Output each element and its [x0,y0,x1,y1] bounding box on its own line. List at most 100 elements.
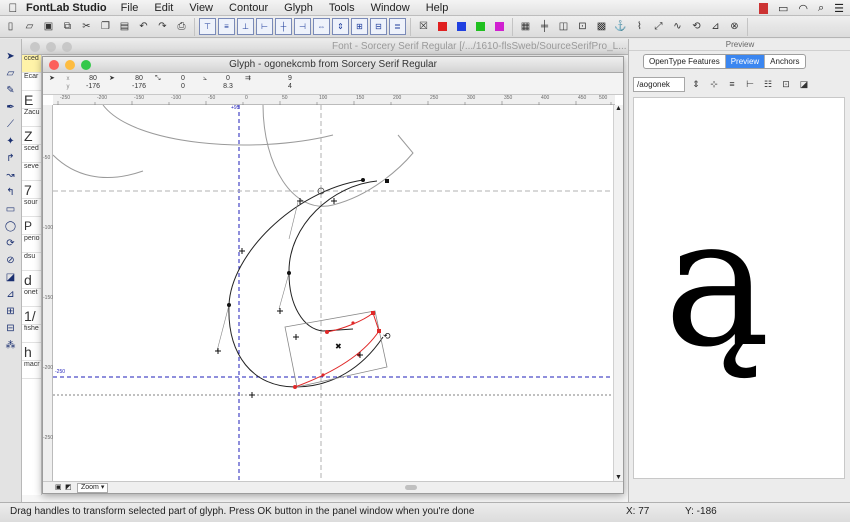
rectangle-tool-icon[interactable]: ▭ [3,202,19,217]
list-icon[interactable]: ☰ [834,2,844,15]
save-all-icon[interactable]: ⧉ [59,18,76,35]
hand-tool-icon[interactable]: ⊟ [3,321,19,336]
transform-icon[interactable]: ⊿ [707,18,724,35]
curve-tool-icon[interactable]: ↝ [3,168,19,183]
glyph-cell[interactable]: seve [22,163,41,181]
mark-none-icon[interactable]: ☒ [415,18,432,35]
tab-preview[interactable]: Preview [725,55,766,68]
glyph-cell[interactable]: sour [22,199,41,217]
scroll-down-icon[interactable]: ▼ [615,474,622,481]
smooth-icon[interactable]: ∿ [669,18,686,35]
paste-icon[interactable]: ▤ [116,18,133,35]
blend-icon[interactable]: ⊗ [726,18,743,35]
align-middle-icon[interactable]: ≡ [218,18,235,35]
glyph-cell[interactable]: macr [22,361,41,379]
glyph-cell[interactable]: onet [22,289,41,307]
open-file-icon[interactable]: ▱ [21,18,38,35]
slant-tool-icon[interactable]: ◪ [3,270,19,285]
scroll-up-icon[interactable]: ▲ [615,105,622,112]
preview-text-field[interactable]: /aogonek [633,76,685,92]
glyph-cell[interactable]: Zacu [22,109,41,127]
align-right-icon[interactable]: ⊣ [294,18,311,35]
curve-icon[interactable]: ⌇ [631,18,648,35]
layer-icon[interactable]: ◩ [65,483,72,491]
grid-icon[interactable]: ▦ [517,18,534,35]
glyph-cell[interactable]: P [22,217,41,235]
record-icon[interactable] [758,2,768,14]
airplay-icon[interactable]: ▭ [778,2,788,15]
distribute-h-icon[interactable]: ⇔ [313,18,330,35]
align-top-icon[interactable]: ⊤ [199,18,216,35]
menu-file[interactable]: File [121,2,139,14]
glyph-cell[interactable]: dsu [22,253,41,271]
minimize-icon[interactable] [46,42,56,52]
menu-glyph[interactable]: Glyph [284,2,313,14]
invert-icon[interactable]: ◪ [797,79,811,90]
zoom-tool-icon[interactable]: ⁂ [3,338,19,353]
hint-icon[interactable]: ≣ [389,18,406,35]
waterfall-icon[interactable]: ⊡ [779,79,793,90]
print-icon[interactable]: ⎙ [173,18,190,35]
menu-window[interactable]: Window [371,2,410,14]
menu-tools[interactable]: Tools [329,2,355,14]
zoom-icon[interactable] [62,42,72,52]
add-point-tool-icon[interactable]: ✦ [3,134,19,149]
distribute-v-icon[interactable]: ⇕ [332,18,349,35]
glyph-canvas[interactable]: ✖ ⟲ +95 -250 [53,105,613,481]
pointer-tool-icon[interactable]: ➤ [3,49,19,64]
lock-icon[interactable]: ▣ [55,483,62,491]
redo-icon[interactable]: ↷ [154,18,171,35]
apple-icon[interactable]:  [0,1,26,15]
mark-red-icon[interactable] [434,18,451,35]
measure-tool-icon[interactable]: ⊞ [3,304,19,319]
glyph-cell[interactable]: perio [22,235,41,253]
scale-tool-icon[interactable]: ⊘ [3,253,19,268]
tangent-tool-icon[interactable]: ↰ [3,185,19,200]
pen-tool-icon[interactable]: ✒ [3,100,19,115]
zoom-select[interactable]: Zoom ▾ [77,483,109,493]
copy-icon[interactable]: ❐ [97,18,114,35]
menu-edit[interactable]: Edit [154,2,173,14]
glyph-cell[interactable]: d [22,271,41,289]
guides-icon[interactable]: ╪ [536,18,553,35]
knife-tool-icon[interactable]: ⟋ [3,117,19,132]
glyph-cell[interactable]: Ecar [22,73,41,91]
horizontal-scroll-thumb[interactable] [405,485,417,490]
anchors-icon[interactable]: ⚓ [612,18,629,35]
contour-dir-icon[interactable]: ⟲ [688,18,705,35]
close-icon[interactable] [30,42,40,52]
tab-opentype-features[interactable]: OpenType Features [644,55,726,68]
glyph-cell[interactable]: sced [22,145,41,163]
fill-icon[interactable]: ▩ [593,18,610,35]
menu-icon[interactable]: ≡ [725,79,739,89]
menu-help[interactable]: Help [426,2,449,14]
rotate-tool-icon[interactable]: ⟳ [3,236,19,251]
nodes-icon[interactable]: ◫ [555,18,572,35]
glyph-window-titlebar[interactable]: Glyph - ogonekcmb from Sorcery Serif Reg… [43,57,623,73]
glyph-cell[interactable]: Z [22,127,41,145]
align-center-icon[interactable]: ┼ [275,18,292,35]
align-left-icon[interactable]: ⊢ [256,18,273,35]
list-options-icon[interactable]: ☷ [761,79,775,90]
ellipse-tool-icon[interactable]: ◯ [3,219,19,234]
undo-icon[interactable]: ↶ [135,18,152,35]
glyph-cell[interactable]: E [22,91,41,109]
mark-blue-icon[interactable] [453,18,470,35]
glyph-cell[interactable]: 7 [22,181,41,199]
corner-tool-icon[interactable]: ↱ [3,151,19,166]
glyph-cell[interactable]: 1/ [22,307,41,325]
stepper-icon[interactable]: ⇕ [689,79,703,90]
glyph-cell[interactable]: fishe [22,325,41,343]
vertical-scrollbar[interactable]: ▲ ▼ [613,105,623,481]
tab-anchors[interactable]: Anchors [765,55,804,68]
new-file-icon[interactable]: ▯ [2,18,19,35]
pencil-tool-icon[interactable]: ✎ [3,83,19,98]
align-bottom-icon[interactable]: ⊥ [237,18,254,35]
mark-magenta-icon[interactable] [491,18,508,35]
metrics-icon[interactable]: ⊞ [351,18,368,35]
save-icon[interactable]: ▣ [40,18,57,35]
wifi-icon[interactable]: ◠ [798,2,808,15]
app-menu[interactable]: FontLab Studio [26,2,107,14]
tangent-icon[interactable]: ⤢ [650,18,667,35]
mark-green-icon[interactable] [472,18,489,35]
